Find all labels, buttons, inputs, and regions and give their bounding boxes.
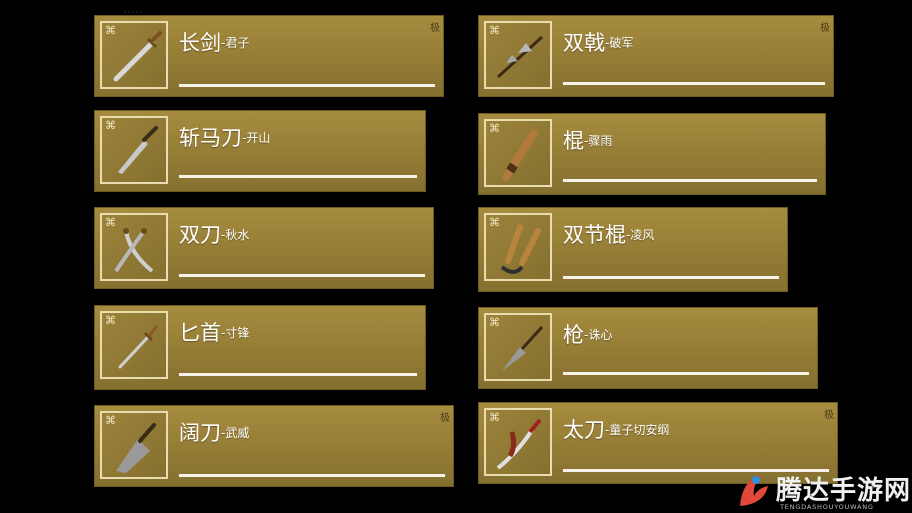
weapon-style: -骤雨 [584, 134, 613, 148]
weapon-title: 阔刀-武威 [179, 420, 249, 446]
weapon-title: 长剑-君子 [179, 30, 249, 56]
weapon-title: 双戟-破军 [563, 30, 633, 56]
watermark-subtitle: TENGDASHOUYOUWANG [780, 503, 874, 511]
weapon-title: 双刀-秋水 [179, 222, 249, 248]
weapon-card-long-sword[interactable]: ⌘ 长剑-君子 极 [94, 15, 444, 97]
weapon-thumbnail: ⌘ [484, 21, 552, 89]
tachi-icon [496, 418, 542, 470]
weapon-thumbnail: ⌘ [100, 311, 168, 379]
weapon-tier-tag: 极 [430, 23, 440, 34]
proficiency-bar [179, 175, 417, 178]
weapon-title: 双节棍-凌风 [563, 222, 654, 248]
weapon-name: 阔刀 [179, 421, 221, 445]
weapon-name: 枪 [563, 323, 584, 347]
double-halberd-icon [496, 35, 544, 79]
weapon-style: -寸锋 [221, 326, 250, 340]
weapon-tier-tag: 极 [440, 413, 450, 424]
proficiency-bar [179, 84, 435, 87]
dagger-icon [118, 325, 158, 369]
watermark-title: 腾达手游网 [776, 476, 912, 506]
weapon-style: -开山 [242, 131, 271, 145]
weapon-card-zhanma-dao[interactable]: ⌘ 斩马刀-开山 [94, 110, 426, 192]
weapon-style: -诛心 [584, 328, 613, 342]
weapon-card-spear[interactable]: ⌘ 枪-诛心 [478, 307, 818, 389]
weapon-thumbnail: ⌘ [484, 119, 552, 187]
site-watermark: 腾达手游网 TENGDASHOUYOUWANG [736, 470, 912, 513]
weapon-title: 斩马刀-开山 [179, 125, 270, 151]
site-logo-icon [740, 474, 768, 506]
long-sword-icon [113, 31, 162, 82]
weapon-name: 斩马刀 [179, 126, 242, 150]
weapon-thumbnail: ⌘ [484, 313, 552, 381]
weapon-thumbnail: ⌘ [100, 213, 168, 281]
weapon-style: -秋水 [221, 228, 250, 242]
weapon-card-twin-blades[interactable]: ⌘ 双刀-秋水 [94, 207, 434, 289]
proficiency-bar [563, 276, 779, 279]
weapon-style: -君子 [221, 36, 250, 50]
proficiency-bar [179, 474, 445, 477]
weapon-thumbnail: ⌘ [484, 213, 552, 281]
zhanma-dao-icon [118, 126, 158, 174]
weapon-style: -武威 [221, 426, 250, 440]
weapon-name: 双节棍 [563, 223, 626, 247]
nunchaku-icon [500, 224, 541, 274]
weapon-style: -凌风 [626, 228, 655, 242]
weapon-tier-tag: 极 [824, 410, 834, 421]
weapon-style: -童子切安纲 [605, 423, 670, 437]
weapon-thumbnail: ⌘ [484, 408, 552, 476]
weapon-title: 匕首-寸锋 [179, 320, 249, 346]
proficiency-bar [563, 179, 817, 182]
spear-icon [502, 325, 544, 371]
weapon-name: 匕首 [179, 321, 221, 345]
weapon-title: 棍-骤雨 [563, 128, 612, 154]
proficiency-bar [179, 274, 425, 277]
weapon-name: 双戟 [563, 31, 605, 55]
weapon-thumbnail: ⌘ [100, 21, 168, 89]
weapon-card-broadsword[interactable]: ⌘ 阔刀-武威 极 [94, 405, 454, 487]
weapon-tier-tag: 极 [820, 23, 830, 34]
weapon-name: 双刀 [179, 223, 221, 247]
staff-icon [502, 129, 538, 181]
weapon-card-double-halberd[interactable]: ⌘ 双戟-破军 极 [478, 15, 834, 97]
weapon-card-staff[interactable]: ⌘ 棍-骤雨 [478, 113, 826, 195]
weapon-name: 长剑 [179, 31, 221, 55]
proficiency-bar [563, 82, 825, 85]
weapon-name: 棍 [563, 129, 584, 153]
proficiency-bar [179, 373, 417, 376]
broadsword-icon [116, 423, 156, 473]
weapon-title: 枪-诛心 [563, 322, 612, 348]
proficiency-bar [563, 372, 809, 375]
weapon-thumbnail: ⌘ [100, 116, 168, 184]
weapon-title: 太刀-童子切安纲 [563, 417, 669, 443]
weapon-card-nunchaku[interactable]: ⌘ 双节棍-凌风 [478, 207, 788, 292]
weapon-style: -破军 [605, 36, 634, 50]
twin-blades-icon [114, 228, 154, 273]
weapon-thumbnail: ⌘ [100, 411, 168, 479]
weapon-name: 太刀 [563, 418, 605, 442]
weapon-card-dagger[interactable]: ⌘ 匕首-寸锋 [94, 305, 426, 390]
